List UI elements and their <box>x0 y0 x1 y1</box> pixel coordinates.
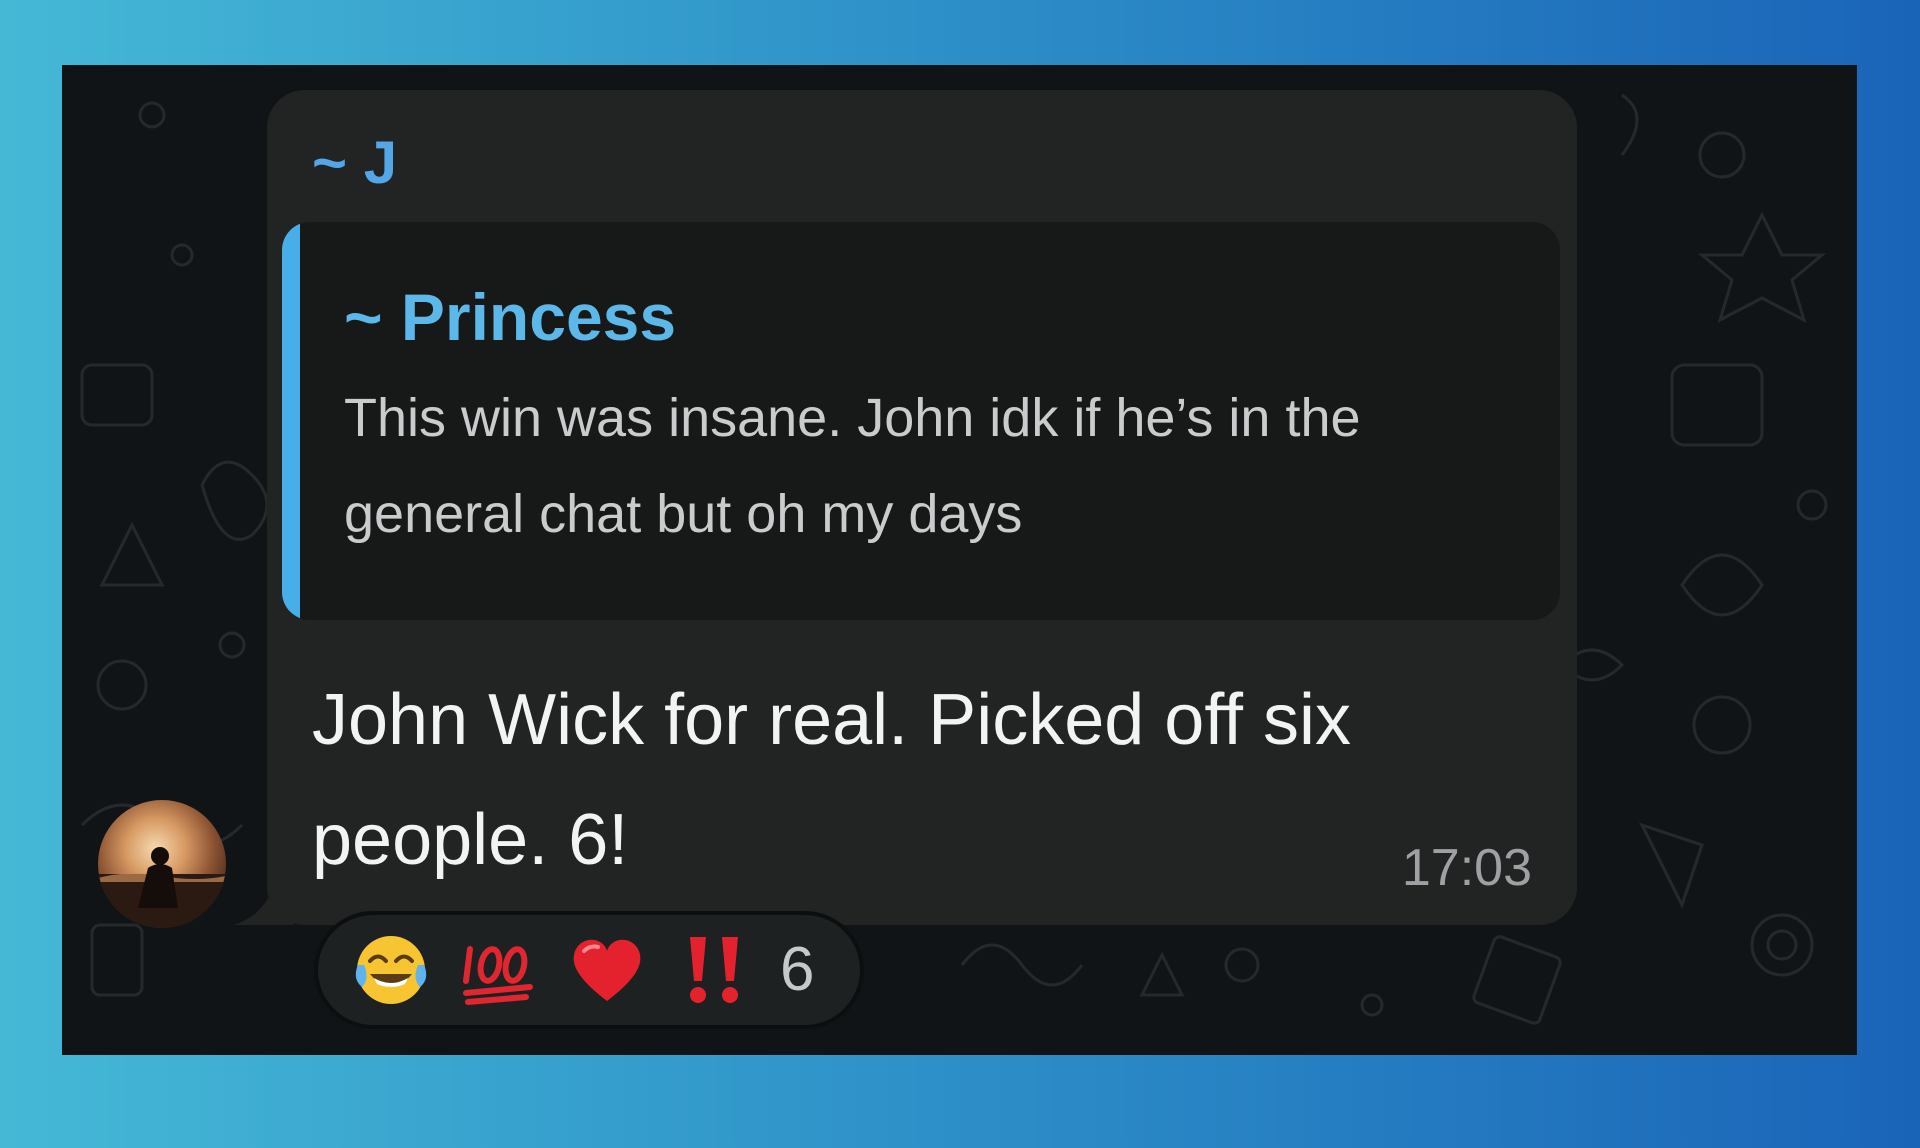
sender-name[interactable]: ~ J <box>312 128 397 198</box>
reply-author: ~ Princess <box>344 280 677 354</box>
reactions-bar[interactable]: 6 <box>314 911 864 1029</box>
message-timestamp: 17:03 <box>1401 839 1532 897</box>
reaction-count: 6 <box>780 935 815 1004</box>
message-bubble[interactable]: ~ J ~ Princess This win was insane. John… <box>267 90 1577 925</box>
quoted-reply[interactable]: ~ Princess This win was insane. John idk… <box>282 222 1560 620</box>
avatar-silhouette-image <box>98 847 226 928</box>
sender-avatar[interactable] <box>98 800 226 928</box>
message-text: John Wick for real. Picked off six peopl… <box>312 680 1352 880</box>
double-exclamation-icon <box>676 931 754 1009</box>
face-with-tears-of-joy-icon <box>352 931 430 1009</box>
chat-background: ~ J ~ Princess This win was insane. John… <box>62 65 1857 1055</box>
red-heart-icon <box>568 931 646 1009</box>
hundred-points-icon <box>460 931 538 1009</box>
reply-accent-bar <box>282 222 300 620</box>
reply-text: This win was insane. John idk if he’s in… <box>344 388 1361 544</box>
